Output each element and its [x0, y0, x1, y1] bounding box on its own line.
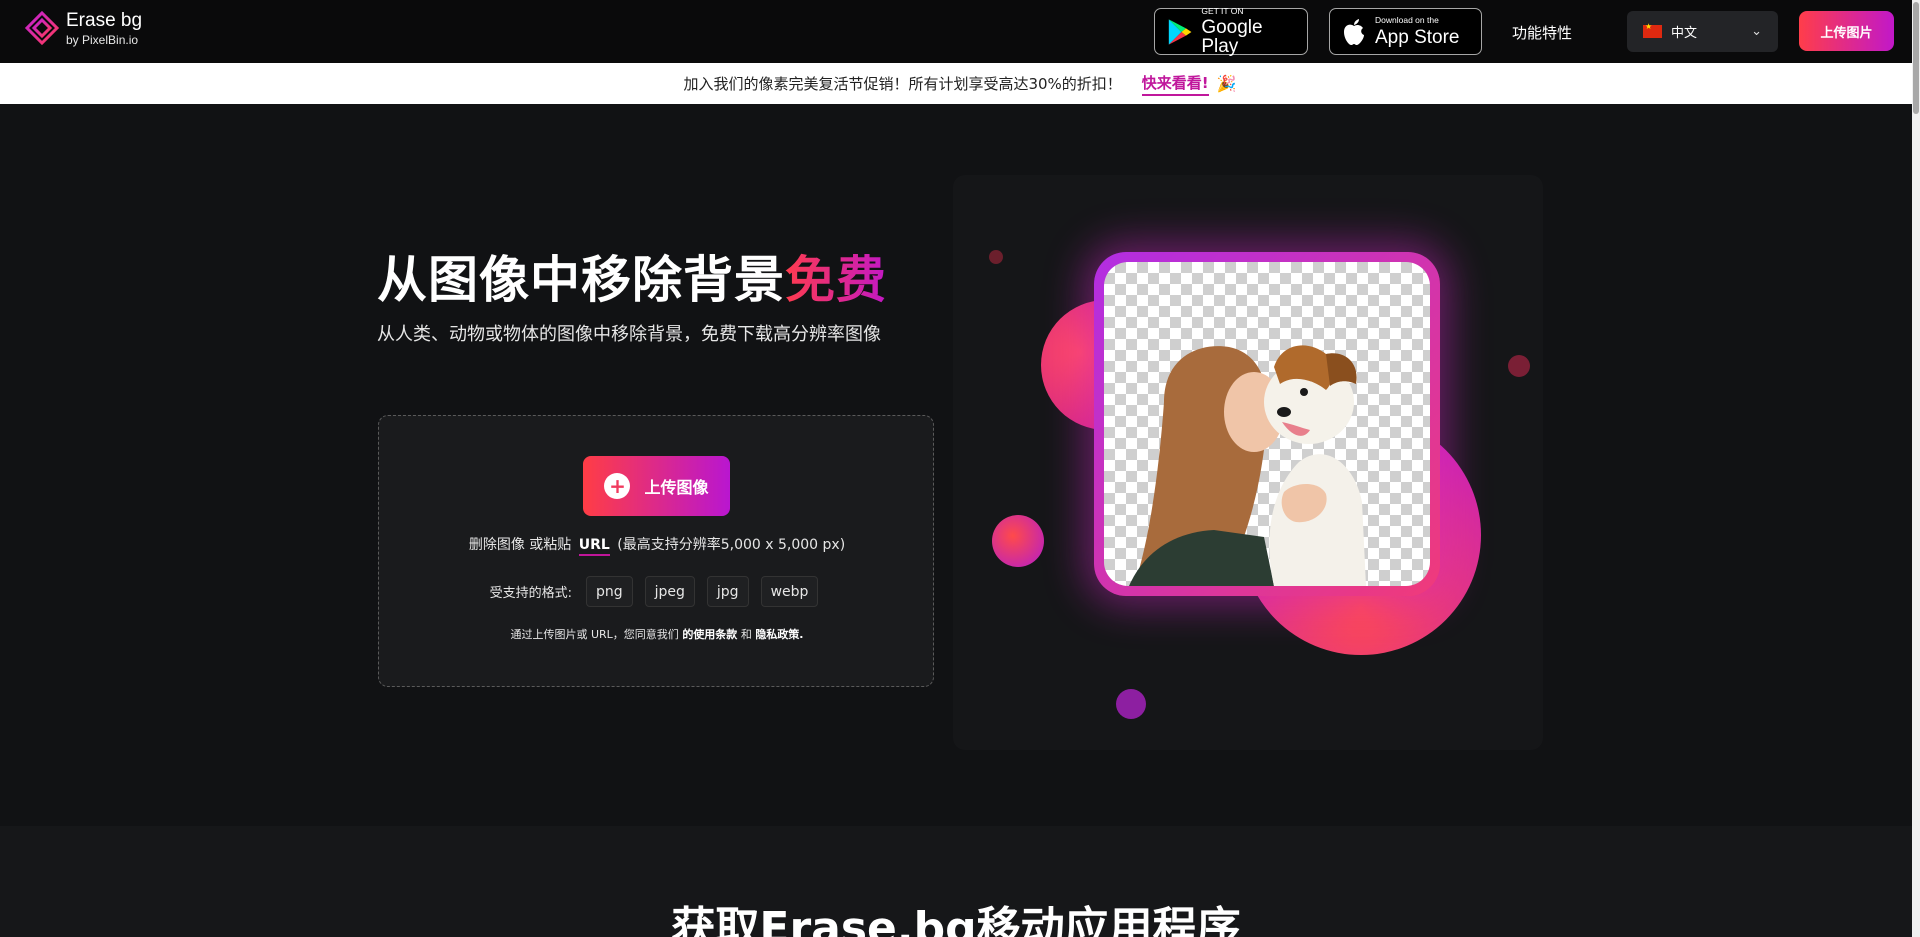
url-link[interactable]: URL — [578, 537, 610, 556]
hero-title: 从图像中移除背景免费 — [377, 240, 887, 312]
terms-notice: 通过上传图片或 URL，您同意我们 的使用条款 和 隐私政策. — [379, 626, 935, 642]
photo-frame — [1094, 252, 1440, 596]
decor-dot — [1116, 689, 1146, 719]
app-store-small-text: Download on the — [1375, 15, 1439, 26]
promo-banner: 加入我们的像素完美复活节促销！所有计划享受高达30%的折扣！ 快来看看! 🎉 — [0, 63, 1920, 104]
decor-dot — [1508, 355, 1530, 377]
woman-with-dog-image — [1129, 345, 1366, 586]
scrollbar-thumb[interactable] — [1913, 2, 1919, 114]
apple-icon — [1344, 18, 1364, 45]
format-chip: webp — [760, 576, 819, 607]
decor-dot — [989, 250, 1003, 264]
google-play-button[interactable]: GET IT ON Google Play — [1154, 5, 1308, 58]
promo-link[interactable]: 快来看看! — [1141, 72, 1209, 96]
terms-prefix: 通过上传图片或 URL，您同意我们 — [510, 628, 679, 641]
plus-icon: + — [604, 473, 631, 499]
formats-label: 受支持的格式: — [489, 586, 572, 601]
terms-and: 和 — [740, 628, 752, 641]
format-chip: jpeg — [644, 576, 695, 607]
format-chip: png — [585, 576, 633, 607]
page-scrollbar[interactable] — [1912, 0, 1920, 937]
google-play-small-text: GET IT ON — [1201, 5, 1244, 16]
party-popper-icon: 🎉 — [1216, 74, 1237, 93]
top-navbar: Erase bg by PixelBin.io GET IT ON Google… — [0, 0, 1920, 63]
promo-text: 加入我们的像素完美复活节促销！所有计划享受高达30%的折扣！ — [683, 75, 1122, 93]
header-upload-button[interactable]: 上传图片 — [1799, 11, 1894, 51]
logo-title: Erase bg — [66, 9, 143, 31]
language-select[interactable]: 中文 ⌄ — [1627, 11, 1778, 52]
decor-circle — [992, 515, 1044, 567]
chevron-down-icon: ⌄ — [1751, 24, 1762, 39]
erase-bg-logo-icon — [24, 10, 60, 46]
cn-flag-icon — [1643, 22, 1662, 38]
privacy-policy-link[interactable]: 隐私政策. — [755, 628, 803, 641]
paste-prefix: 删除图像 或粘贴 — [468, 537, 572, 553]
logo-subtitle: by PixelBin.io — [66, 32, 139, 47]
erase-bg-logo[interactable]: Erase bg by PixelBin.io — [24, 10, 142, 46]
google-play-big-text: Google Play — [1201, 17, 1263, 58]
paste-url-line: 删除图像 或粘贴 URL (最高支持分辨率5,000 x 5,000 px) — [379, 534, 935, 556]
transparent-background — [1104, 262, 1430, 586]
mobile-app-title: 获取Erase.bg移动应用程序 — [671, 903, 1241, 937]
language-label: 中文 — [1671, 26, 1698, 41]
upload-image-label: 上传图像 — [644, 478, 709, 497]
google-play-icon — [1168, 18, 1192, 45]
upload-dropzone[interactable]: + 上传图像 删除图像 或粘贴 URL (最高支持分辨率5,000 x 5,00… — [378, 415, 934, 687]
nav-features-link[interactable]: 功能特性 — [1512, 22, 1572, 43]
hero-subtitle: 从人类、动物或物体的图像中移除背景，免费下载高分辨率图像 — [377, 324, 881, 345]
hero-title-main: 从图像中移除背景 — [377, 251, 785, 309]
app-store-big-text: App Store — [1375, 26, 1460, 48]
terms-of-use-link[interactable]: 的使用条款 — [682, 628, 737, 641]
upload-image-button[interactable]: + 上传图像 — [583, 456, 730, 516]
app-store-button[interactable]: Download on the App Store — [1329, 8, 1482, 55]
supported-formats: 受支持的格式: png jpeg jpg webp — [379, 576, 935, 607]
paste-suffix: (最高支持分辨率5,000 x 5,000 px) — [617, 537, 846, 553]
hero-illustration — [953, 175, 1543, 750]
hero-title-accent: 免费 — [785, 251, 887, 309]
format-chip: jpg — [706, 576, 749, 607]
